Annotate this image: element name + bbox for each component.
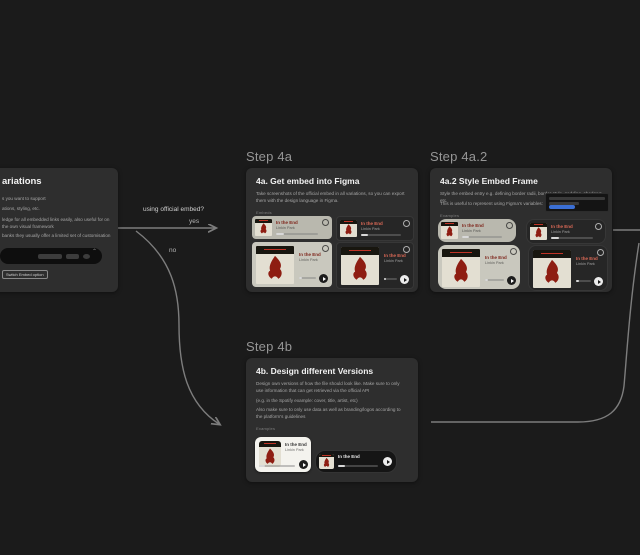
- track-title: In the End: [338, 454, 360, 459]
- spotify-icon: [322, 219, 329, 226]
- track-title: In the End: [551, 224, 573, 229]
- track-artist: Linkin Park: [276, 226, 295, 230]
- styled-embed-large-dark[interactable]: In the End Linkin Park: [528, 245, 608, 291]
- styled-embed-compact-light[interactable]: In the End Linkin Park: [438, 219, 516, 242]
- card-4b-body3: Also make sure to only use data as well …: [256, 407, 401, 420]
- spotify-embed-compact-dark[interactable]: In the End Linkin Park: [336, 216, 414, 241]
- card-variations-title: ariations: [2, 176, 42, 187]
- track-artist: Linkin Park: [485, 261, 504, 265]
- widget-pill: [83, 254, 90, 259]
- track-artist: Linkin Park: [361, 227, 380, 231]
- card-4b-body2: (e.g. in the Spotify example: cover, tit…: [256, 398, 358, 403]
- track-title: In the End: [299, 252, 321, 257]
- album-art: [441, 222, 458, 239]
- track-artist: Linkin Park: [299, 258, 318, 262]
- card-4b-label: Examples: [256, 426, 276, 431]
- card-4b-body1: Design own versions of how the file shou…: [256, 381, 400, 394]
- play-button[interactable]: [383, 457, 392, 466]
- spotify-icon: [322, 245, 329, 252]
- card-variations-line1: s you want to support: [2, 196, 46, 201]
- play-button[interactable]: [299, 460, 308, 469]
- card-variations-para1: ledge for all embedded links easily, als…: [2, 217, 110, 230]
- album-art: [256, 246, 294, 284]
- styled-embed-compact-dark[interactable]: In the End Linkin Park: [526, 219, 606, 244]
- card-4a2-body2: This is useful to represent using Figma'…: [440, 201, 544, 206]
- track-artist: Linkin Park: [462, 229, 481, 233]
- album-art: [259, 441, 281, 467]
- card-step-4a[interactable]: 4a. Get embed into Figma Take screenshot…: [246, 168, 418, 292]
- branch-no-label: no: [169, 247, 177, 254]
- card-4b-title: 4b. Design different Versions: [256, 366, 374, 376]
- spotify-embed-compact-light[interactable]: In the End Linkin Park: [252, 216, 332, 239]
- switch-embed-chip[interactable]: Switch Embed option: [2, 270, 48, 279]
- play-button[interactable]: [507, 276, 516, 285]
- play-button[interactable]: [400, 275, 409, 284]
- spotify-icon: [597, 249, 604, 256]
- album-art: [319, 454, 334, 469]
- card-4a-title: 4a. Get embed into Figma: [256, 176, 360, 186]
- card-4a2-title: 4a.2 Style Embed Frame: [440, 176, 538, 186]
- arrow-no: [135, 230, 219, 424]
- widget-pill: [38, 254, 62, 259]
- decision-question: using official embed?: [143, 206, 204, 213]
- branch-yes-label: yes: [189, 218, 200, 225]
- track-artist: Linkin Park: [551, 230, 570, 234]
- track-artist: Linkin Park: [285, 448, 304, 452]
- custom-embed-card[interactable]: In the End Linkin Park: [255, 437, 311, 472]
- track-title: In the End: [276, 220, 298, 225]
- album-art: [530, 223, 547, 240]
- figma-variables-screenshot: [545, 193, 609, 212]
- spotify-icon: [510, 248, 517, 255]
- track-title: In the End: [384, 253, 406, 258]
- step-4b-heading: Step 4b: [246, 339, 293, 354]
- spotify-icon: [403, 246, 410, 253]
- card-step-4a2[interactable]: 4a.2 Style Embed Frame Style the embed e…: [430, 168, 612, 292]
- spotify-icon: [595, 223, 602, 230]
- spotify-embed-large-dark[interactable]: In the End Linkin Park: [336, 242, 414, 289]
- track-artist: Linkin Park: [384, 259, 403, 263]
- card-4a-label: Embeds: [256, 210, 272, 215]
- track-title: In the End: [361, 221, 383, 226]
- widget-pill: [66, 254, 79, 259]
- custom-embed-pill[interactable]: In the End: [315, 450, 397, 473]
- figma-canvas: ariations s you want to support ations, …: [0, 0, 640, 555]
- track-title: In the End: [285, 442, 307, 447]
- card-variations-para2: banks they usually offer a limited set o…: [2, 233, 111, 238]
- chevron-up-icon[interactable]: ⌃: [92, 248, 97, 255]
- track-title: In the End: [576, 256, 598, 261]
- card-4a-body: Take screenshots of the official embed i…: [256, 191, 405, 204]
- step-4a-heading: Step 4a: [246, 149, 293, 164]
- card-step-4b[interactable]: 4b. Design different Versions Design own…: [246, 358, 418, 482]
- album-art: [442, 249, 480, 287]
- play-button[interactable]: [594, 277, 603, 286]
- track-title: In the End: [462, 223, 484, 228]
- card-variations[interactable]: ariations s you want to support ations, …: [0, 168, 118, 292]
- styled-embed-large-light[interactable]: In the End Linkin Park: [438, 245, 520, 289]
- card-variations-line2: ations, styling, etc.: [2, 206, 40, 211]
- spotify-icon: [506, 222, 513, 229]
- album-art: [255, 219, 272, 236]
- embed-config-widget[interactable]: ⌃: [0, 248, 102, 264]
- album-art: [533, 250, 571, 288]
- play-button[interactable]: [319, 274, 328, 283]
- spotify-icon: [403, 220, 410, 227]
- selected-variable: [549, 205, 575, 209]
- card-4a2-label: Examples: [440, 213, 460, 218]
- album-art: [340, 220, 357, 237]
- track-artist: Linkin Park: [576, 262, 595, 266]
- spotify-embed-large-light[interactable]: In the End Linkin Park: [252, 242, 332, 287]
- track-title: In the End: [485, 255, 507, 260]
- album-art: [341, 247, 379, 285]
- step-4a2-heading: Step 4a.2: [430, 149, 488, 164]
